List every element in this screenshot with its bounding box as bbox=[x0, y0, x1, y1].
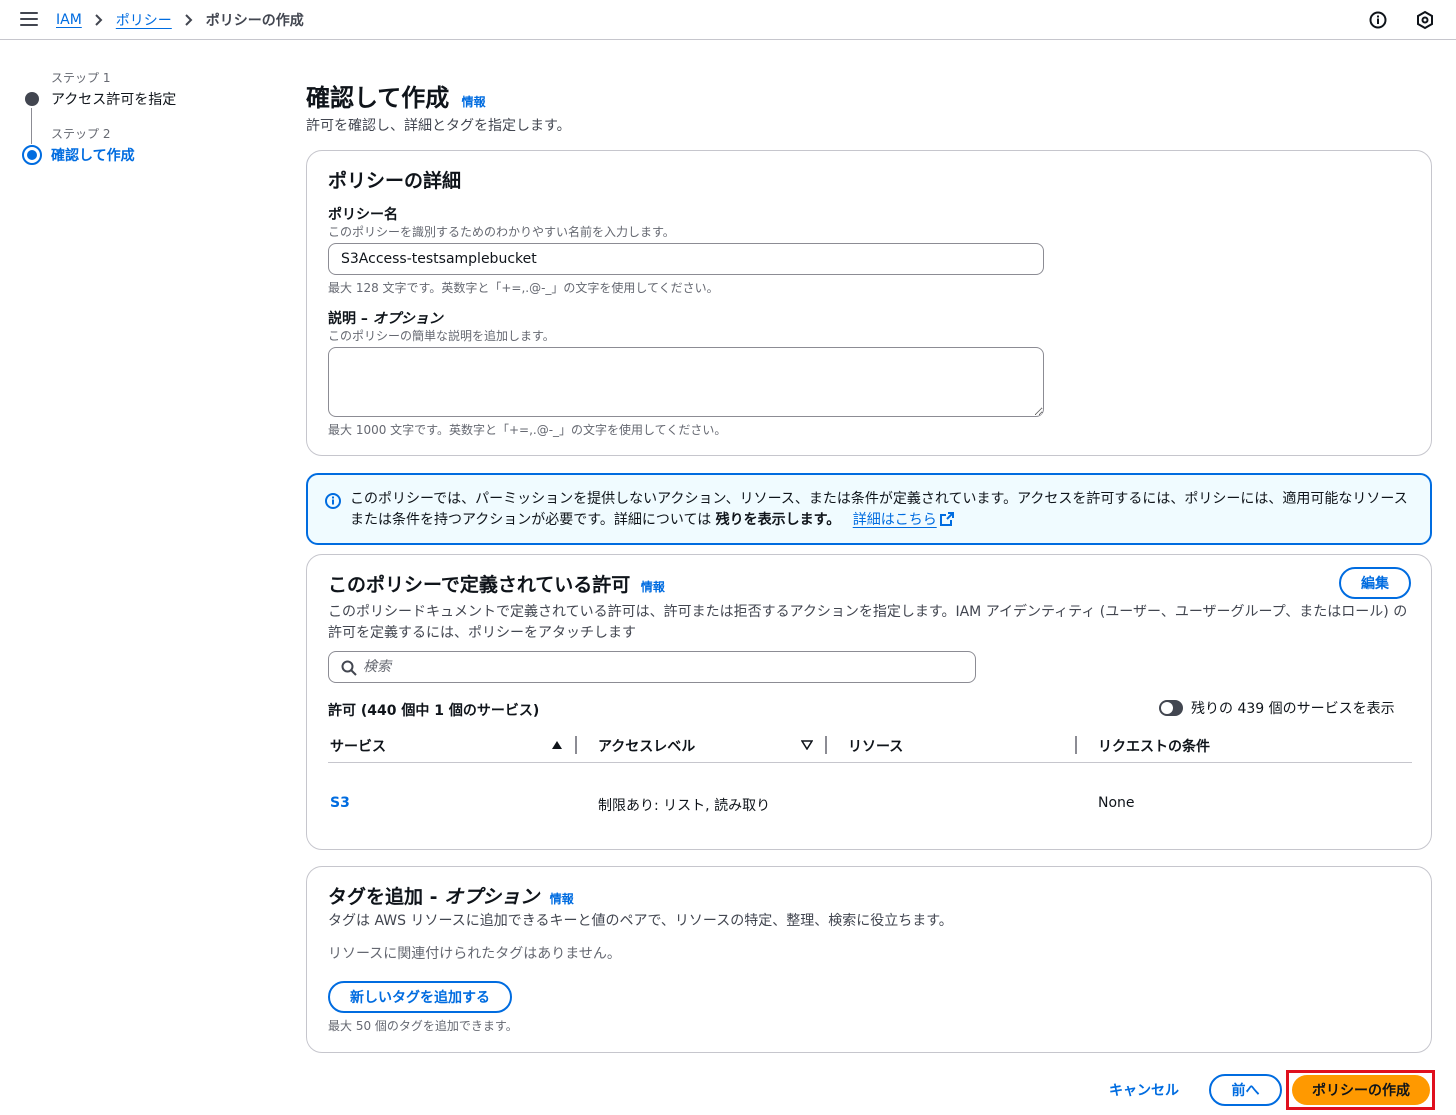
create-policy-button[interactable]: ポリシーの作成 bbox=[1292, 1075, 1430, 1105]
policy-name-input[interactable] bbox=[328, 243, 1044, 275]
tags-title: タグを追加 - オプション 情報 bbox=[328, 882, 574, 909]
tags-empty-message: リソースに関連付けられたタグはありません。 bbox=[328, 946, 621, 962]
alert-message: このポリシーでは、パーミッションを提供しないアクション、リソース、または条件が定… bbox=[350, 489, 1410, 531]
service-link-s3[interactable]: S3 bbox=[330, 795, 350, 811]
learn-more-link[interactable]: 詳細はこちら bbox=[853, 512, 954, 528]
page-title: 確認して作成 情報 bbox=[306, 78, 486, 113]
column-header-access-level[interactable]: アクセスレベル bbox=[598, 736, 695, 756]
table-header-divider bbox=[328, 762, 1412, 763]
external-link-icon bbox=[939, 512, 954, 526]
page-title-text: 確認して作成 bbox=[306, 84, 450, 112]
step-1-indicator bbox=[25, 92, 39, 106]
step-1-title[interactable]: アクセス許可を指定 bbox=[51, 89, 176, 109]
permissions-info-link[interactable]: 情報 bbox=[641, 580, 665, 594]
add-tag-button[interactable]: 新しいタグを追加する bbox=[328, 981, 512, 1013]
page-description: 許可を確認し、詳細とタグを指定します。 bbox=[306, 118, 571, 134]
description-label: 説明 – オプション bbox=[328, 311, 443, 327]
tags-info-link[interactable]: 情報 bbox=[550, 892, 574, 906]
breadcrumb: IAM ポリシー ポリシーの作成 bbox=[56, 10, 304, 30]
permissions-title-text: このポリシーで定義されている許可 bbox=[328, 574, 631, 596]
permissions-search[interactable] bbox=[328, 651, 976, 683]
cancel-button[interactable]: キャンセル bbox=[1100, 1074, 1188, 1106]
edit-button[interactable]: 編集 bbox=[1339, 567, 1411, 599]
step-2-title: 確認して作成 bbox=[51, 148, 135, 164]
column-divider[interactable] bbox=[1075, 736, 1077, 754]
learn-more-link-text: 詳細はこちら bbox=[852, 512, 937, 528]
search-input[interactable] bbox=[363, 657, 963, 677]
permissions-panel: このポリシーで定義されている許可 情報 編集 このポリシードキュメントで定義され… bbox=[306, 554, 1432, 850]
sort-ascending-icon[interactable] bbox=[551, 740, 563, 750]
info-circle-icon[interactable] bbox=[1368, 10, 1388, 30]
column-header-request-condition[interactable]: リクエストの条件 bbox=[1098, 736, 1210, 756]
column-divider[interactable] bbox=[575, 736, 577, 754]
sort-descending-icon[interactable] bbox=[801, 740, 813, 750]
show-remaining-label: 残りの 439 個のサービスを表示 bbox=[1191, 701, 1395, 717]
breadcrumb-policies-link[interactable]: ポリシー bbox=[116, 10, 172, 30]
tags-title-text: タグを追加 - bbox=[328, 886, 445, 908]
search-icon bbox=[341, 660, 357, 676]
settings-hexagon-icon[interactable] bbox=[1415, 10, 1435, 30]
previous-button[interactable]: 前へ bbox=[1209, 1074, 1282, 1106]
step-connector bbox=[31, 108, 32, 144]
policy-name-hint: 最大 128 文字です。英数字と「+=,.@-_」の文字を使用してください。 bbox=[328, 281, 719, 295]
breadcrumb-iam-link[interactable]: IAM bbox=[56, 12, 82, 28]
breadcrumb-current: ポリシーの作成 bbox=[205, 13, 304, 29]
request-condition-cell: None bbox=[1098, 795, 1135, 811]
tags-description: タグは AWS リソースに追加できるキーと値のペアで、リソースの特定、整理、検索… bbox=[328, 913, 953, 929]
top-navigation-bar: IAM ポリシー ポリシーの作成 bbox=[0, 0, 1456, 40]
column-divider[interactable] bbox=[825, 736, 827, 754]
permissions-count: 許可 (440 個中 1 個のサービス) bbox=[328, 703, 540, 719]
permissions-title: このポリシーで定義されている許可 情報 bbox=[328, 570, 665, 597]
permissions-description: このポリシードキュメントで定義されている許可は、許可または拒否するアクションを指… bbox=[328, 604, 1408, 641]
policy-details-panel: ポリシーの詳細 ポリシー名 このポリシーを識別するためのわかりやすい名前を入力し… bbox=[306, 150, 1432, 456]
menu-icon[interactable] bbox=[20, 12, 38, 26]
tags-hint: 最大 50 個のタグを追加できます。 bbox=[328, 1019, 518, 1033]
description-hint: 最大 1000 文字です。英数字と「+=,.@-_」の文字を使用してください。 bbox=[328, 423, 727, 437]
column-header-service[interactable]: サービス bbox=[330, 736, 386, 756]
step-2-indicator bbox=[22, 145, 42, 165]
column-header-resource[interactable]: リソース bbox=[848, 736, 903, 756]
policy-name-label: ポリシー名 bbox=[328, 207, 398, 223]
policy-name-description: このポリシーを識別するためのわかりやすい名前を入力します。 bbox=[328, 225, 675, 239]
chevron-right-icon bbox=[185, 14, 193, 26]
description-help: このポリシーの簡単な説明を追加します。 bbox=[328, 329, 555, 343]
info-circle-icon bbox=[325, 493, 341, 509]
step-2-label: ステップ 2 bbox=[51, 127, 111, 141]
alert-bold-text: 残りを表示します。 bbox=[715, 512, 841, 528]
chevron-right-icon bbox=[95, 14, 103, 26]
info-alert: このポリシーでは、パーミッションを提供しないアクション、リソース、または条件が定… bbox=[306, 473, 1432, 545]
tags-title-optional: オプション bbox=[444, 886, 540, 908]
tags-panel: タグを追加 - オプション 情報 タグは AWS リソースに追加できるキーと値の… bbox=[306, 866, 1432, 1053]
policy-details-title: ポリシーの詳細 bbox=[328, 170, 462, 192]
step-1-label: ステップ 1 bbox=[51, 71, 111, 85]
access-level-cell: 制限あり: リスト, 読み取り bbox=[598, 798, 771, 814]
description-textarea[interactable] bbox=[328, 347, 1044, 417]
page-info-link[interactable]: 情報 bbox=[462, 95, 486, 109]
show-remaining-toggle[interactable] bbox=[1159, 700, 1183, 716]
